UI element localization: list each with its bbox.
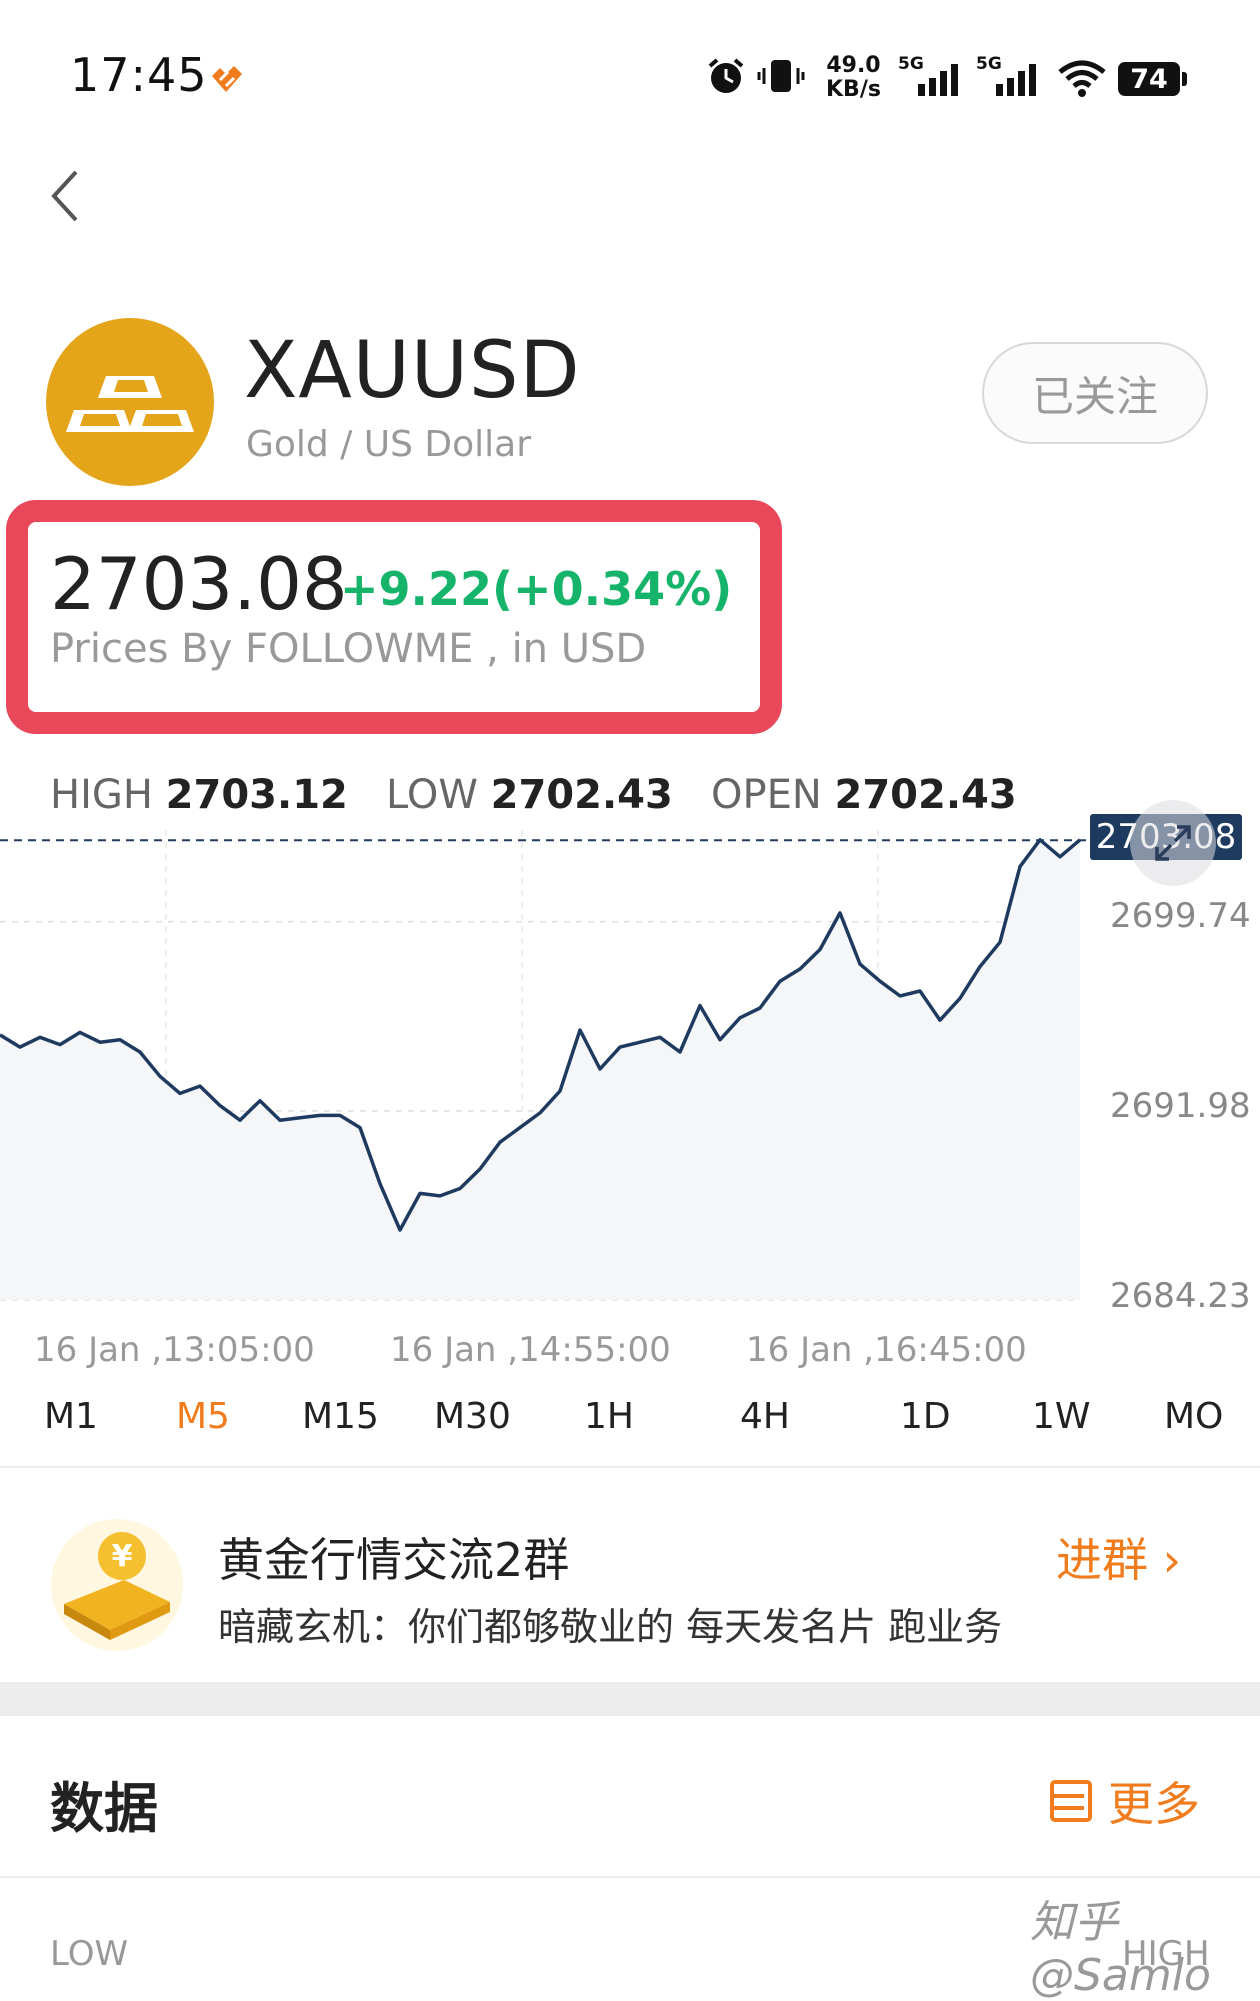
x-tick-label: 16 Jan ,16:45:00 xyxy=(746,1330,1027,1370)
vibrate-icon xyxy=(756,56,806,100)
more-label: 更多 xyxy=(1108,1777,1200,1831)
chart-area-fill xyxy=(0,839,1080,1300)
gold-logo xyxy=(46,318,214,486)
open-label: OPEN xyxy=(710,772,822,818)
battery-indicator: 74 xyxy=(1118,62,1187,96)
group-avatar[interactable]: ¥ xyxy=(50,1518,184,1652)
network-speed: 49.0 KB/s xyxy=(826,54,881,102)
divider xyxy=(0,1466,1260,1468)
high-label: HIGH xyxy=(50,772,153,818)
hlo-stats: HIGH 2703.12 LOW 2702.43 OPEN 2702.43 xyxy=(50,772,1017,818)
speed-unit: KB/s xyxy=(826,77,881,102)
status-time: 17:45 xyxy=(70,48,208,102)
signal-icon xyxy=(994,62,1040,102)
expand-icon xyxy=(1155,825,1191,861)
svg-text:¥: ¥ xyxy=(112,1539,133,1574)
timeframe-4h[interactable]: 4H xyxy=(740,1396,790,1437)
follow-button[interactable]: 已关注 xyxy=(982,342,1208,444)
speed-value: 49.0 xyxy=(826,53,881,78)
more-button[interactable]: 更多 xyxy=(1048,1768,1200,1834)
price-chart[interactable] xyxy=(0,820,1260,1310)
group-title: 黄金行情交流2群 xyxy=(218,1533,570,1587)
gold-money-icon: ¥ xyxy=(51,1519,183,1651)
list-icon xyxy=(1050,1780,1092,1822)
signal-icon xyxy=(916,62,962,102)
y-tick-label: 2691.98 xyxy=(1110,1086,1251,1126)
join-group-button[interactable]: 进群 › xyxy=(1056,1524,1181,1590)
divider xyxy=(0,1876,1260,1878)
current-price: 2703.08 xyxy=(50,542,348,626)
timeframe-1w[interactable]: 1W xyxy=(1032,1396,1091,1437)
price-source: Prices By FOLLOWME , in USD xyxy=(50,626,647,672)
timeframe-m1[interactable]: M1 xyxy=(44,1396,98,1437)
price-change: +9.22(+0.34%) xyxy=(340,562,733,616)
instrument-name: Gold / US Dollar xyxy=(246,424,532,465)
heart-badge-icon xyxy=(208,62,246,100)
chevron-left-icon xyxy=(51,170,78,222)
symbol-title: XAUUSD xyxy=(244,326,581,416)
group-last-message: 暗藏玄机：你们都够敬业的 每天发名片 跑业务 xyxy=(218,1605,1003,1649)
back-button[interactable] xyxy=(46,166,96,236)
low-value: 2702.43 xyxy=(490,772,673,818)
timeframe-1h[interactable]: 1H xyxy=(584,1396,634,1437)
range-high-label: HIGH xyxy=(1122,1934,1210,1974)
high-value: 2703.12 xyxy=(165,772,348,818)
gold-bars-icon xyxy=(66,376,194,432)
data-section-title: 数据 xyxy=(50,1777,158,1840)
x-tick-label: 16 Jan ,14:55:00 xyxy=(390,1330,671,1370)
range-low-label: LOW xyxy=(50,1934,129,1974)
timeframe-m5[interactable]: M5 xyxy=(176,1396,230,1437)
section-separator xyxy=(0,1682,1260,1716)
low-label: LOW xyxy=(386,772,478,818)
timeframe-1d[interactable]: 1D xyxy=(900,1396,951,1437)
wifi-icon xyxy=(1056,58,1108,102)
alarm-icon xyxy=(706,56,746,100)
expand-chart-button[interactable] xyxy=(1130,800,1216,886)
y-tick-label: 2699.74 xyxy=(1110,896,1251,936)
timeframe-m15[interactable]: M15 xyxy=(302,1396,379,1437)
timeframe-mo[interactable]: MO xyxy=(1164,1396,1223,1437)
x-tick-label: 16 Jan ,13:05:00 xyxy=(34,1330,315,1370)
open-value: 2702.43 xyxy=(834,772,1017,818)
timeframe-m30[interactable]: M30 xyxy=(434,1396,511,1437)
y-tick-label: 2684.23 xyxy=(1110,1276,1251,1316)
